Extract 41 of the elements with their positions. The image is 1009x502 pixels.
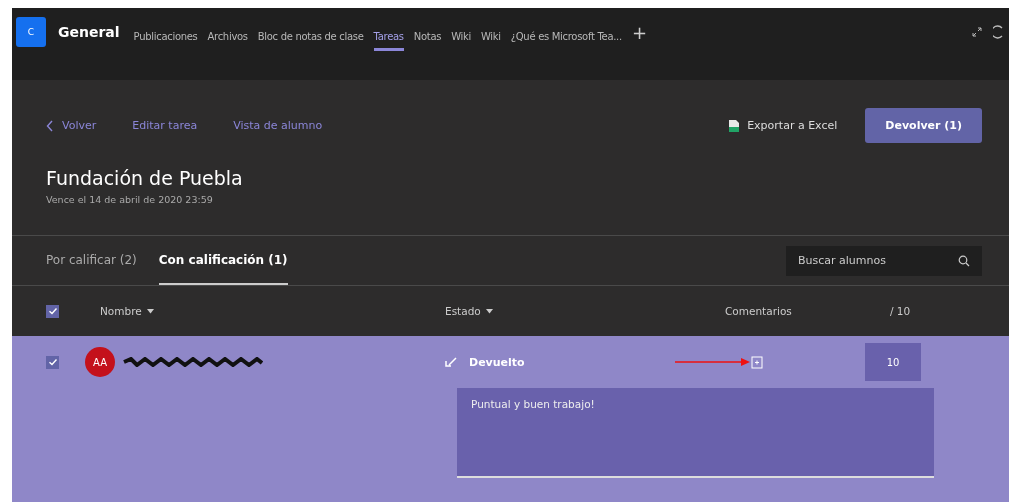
filter-tab[interactable]: Por calificar (2): [46, 236, 137, 285]
student-row[interactable]: AA Devuelto 10 Puntual y buen trabajo!: [12, 336, 1009, 502]
comment-icon: [751, 355, 763, 369]
search-icon: [958, 254, 970, 267]
checkbox[interactable]: [46, 304, 59, 318]
add-tab-button[interactable]: +: [631, 21, 647, 43]
export-button[interactable]: Exportar a Excel: [729, 119, 838, 132]
tab[interactable]: Notas: [413, 25, 442, 51]
reload-icon: [993, 25, 1003, 39]
spreadsheet-icon: [729, 119, 740, 132]
assignment-title: Fundación de Puebla: [46, 167, 244, 189]
nav-link[interactable]: Editar tarea: [132, 119, 198, 132]
channel-name: General: [58, 24, 120, 40]
team-tile[interactable]: C: [16, 17, 46, 47]
expand-icon: [971, 26, 983, 38]
tab[interactable]: Bloc de notas de clase: [257, 25, 364, 51]
caret-icon: [485, 308, 493, 314]
status-label: Devuelto: [469, 355, 525, 369]
chevron-left-icon: [46, 119, 54, 132]
column-header[interactable]: Nombre: [100, 305, 142, 317]
caret-icon: [146, 308, 154, 314]
avatar: AA: [85, 347, 115, 377]
filter-tab[interactable]: Con calificación (1): [158, 236, 288, 285]
score-field[interactable]: 10: [865, 343, 921, 381]
feedback-field[interactable]: Puntual y buen trabajo!: [457, 388, 934, 478]
tab[interactable]: Tareas: [373, 25, 404, 51]
due-date: Vence el 14 de abril de 2020 23:59: [46, 194, 214, 205]
search-field[interactable]: Buscar alumnos: [786, 245, 982, 276]
return-arrow-icon: [445, 357, 457, 367]
tab[interactable]: Wiki: [480, 25, 501, 51]
column-header: Comentarios: [725, 305, 792, 317]
back-link[interactable]: Volver: [46, 119, 97, 132]
nav-link[interactable]: Vista de alumno: [233, 119, 323, 132]
column-header[interactable]: Estado: [445, 305, 481, 317]
tab[interactable]: Publicaciones: [133, 25, 198, 51]
tab[interactable]: Archivos: [207, 25, 248, 51]
checkbox[interactable]: [46, 355, 59, 369]
column-header: / 10: [889, 305, 911, 317]
return-button[interactable]: Devolver (1): [865, 108, 982, 143]
tab[interactable]: Wiki: [451, 25, 471, 51]
tab[interactable]: ¿Qué es Microsoft Tea...: [510, 25, 622, 51]
